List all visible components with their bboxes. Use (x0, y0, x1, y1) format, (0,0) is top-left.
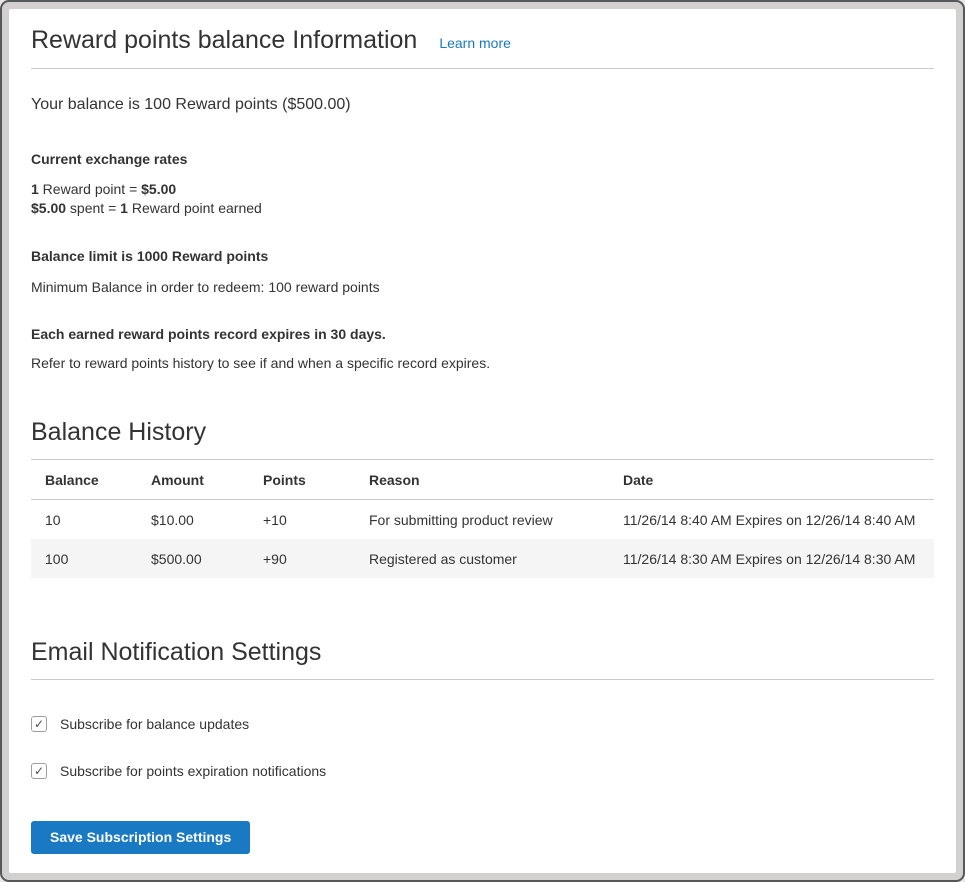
expiration-note: Refer to reward points history to see if… (31, 355, 934, 371)
rate-points-value: 1 (120, 200, 128, 216)
column-header-points: Points (253, 460, 359, 500)
points-expiration-checkbox[interactable]: ✓ (31, 763, 47, 779)
page-title: Reward points balance Information (31, 26, 417, 55)
rate-text: spent = (66, 200, 120, 216)
page-header: Reward points balance Information Learn … (31, 26, 934, 55)
exchange-rate-line-2: $5.00 spent = 1 Reward point earned (31, 199, 934, 218)
reward-points-card: Reward points balance Information Learn … (9, 9, 956, 873)
divider (31, 68, 934, 69)
balance-limit-text: Balance limit is 1000 Reward points (31, 248, 934, 264)
rate-money-value: $5.00 (141, 181, 176, 197)
checkbox-label: Subscribe for points expiration notifica… (60, 763, 326, 779)
cell-date: 11/26/14 8:30 AM Expires on 12/26/14 8:3… (613, 539, 934, 578)
column-header-balance: Balance (31, 460, 141, 500)
rate-money-value: $5.00 (31, 200, 66, 216)
learn-more-link[interactable]: Learn more (439, 35, 511, 51)
table-row: 10 $10.00 +10 For submitting product rev… (31, 500, 934, 540)
minimum-balance-text: Minimum Balance in order to redeem: 100 … (31, 279, 934, 295)
exchange-rates: 1 Reward point = $5.00 $5.00 spent = 1 R… (31, 180, 934, 218)
save-subscription-settings-button[interactable]: Save Subscription Settings (31, 821, 250, 854)
divider (31, 679, 934, 680)
cell-points: +90 (253, 539, 359, 578)
cell-balance: 100 (31, 539, 141, 578)
balance-history-table: Balance Amount Points Reason Date 10 $10… (31, 460, 934, 578)
table-header-row: Balance Amount Points Reason Date (31, 460, 934, 500)
rate-points-value: 1 (31, 181, 39, 197)
cell-date: 11/26/14 8:40 AM Expires on 12/26/14 8:4… (613, 500, 934, 540)
cell-amount: $10.00 (141, 500, 253, 540)
exchange-rates-heading: Current exchange rates (31, 151, 934, 167)
cell-reason: For submitting product review (359, 500, 613, 540)
table-row: 100 $500.00 +90 Registered as customer 1… (31, 539, 934, 578)
page-frame: Reward points balance Information Learn … (0, 0, 965, 882)
email-settings-heading: Email Notification Settings (31, 638, 934, 667)
cell-points: +10 (253, 500, 359, 540)
expiration-text: Each earned reward points record expires… (31, 326, 934, 342)
cell-balance: 10 (31, 500, 141, 540)
column-header-reason: Reason (359, 460, 613, 500)
exchange-rate-line-1: 1 Reward point = $5.00 (31, 180, 934, 199)
column-header-amount: Amount (141, 460, 253, 500)
balance-history-heading: Balance History (31, 418, 934, 447)
rate-text: Reward point = (39, 181, 141, 197)
rate-text: Reward point earned (128, 200, 262, 216)
cell-reason: Registered as customer (359, 539, 613, 578)
cell-amount: $500.00 (141, 539, 253, 578)
column-header-date: Date (613, 460, 934, 500)
points-expiration-option[interactable]: ✓ Subscribe for points expiration notifi… (31, 763, 934, 779)
checkbox-label: Subscribe for balance updates (60, 716, 249, 732)
balance-message: Your balance is 100 Reward points ($500.… (31, 96, 934, 114)
balance-updates-option[interactable]: ✓ Subscribe for balance updates (31, 716, 934, 732)
balance-updates-checkbox[interactable]: ✓ (31, 716, 47, 732)
